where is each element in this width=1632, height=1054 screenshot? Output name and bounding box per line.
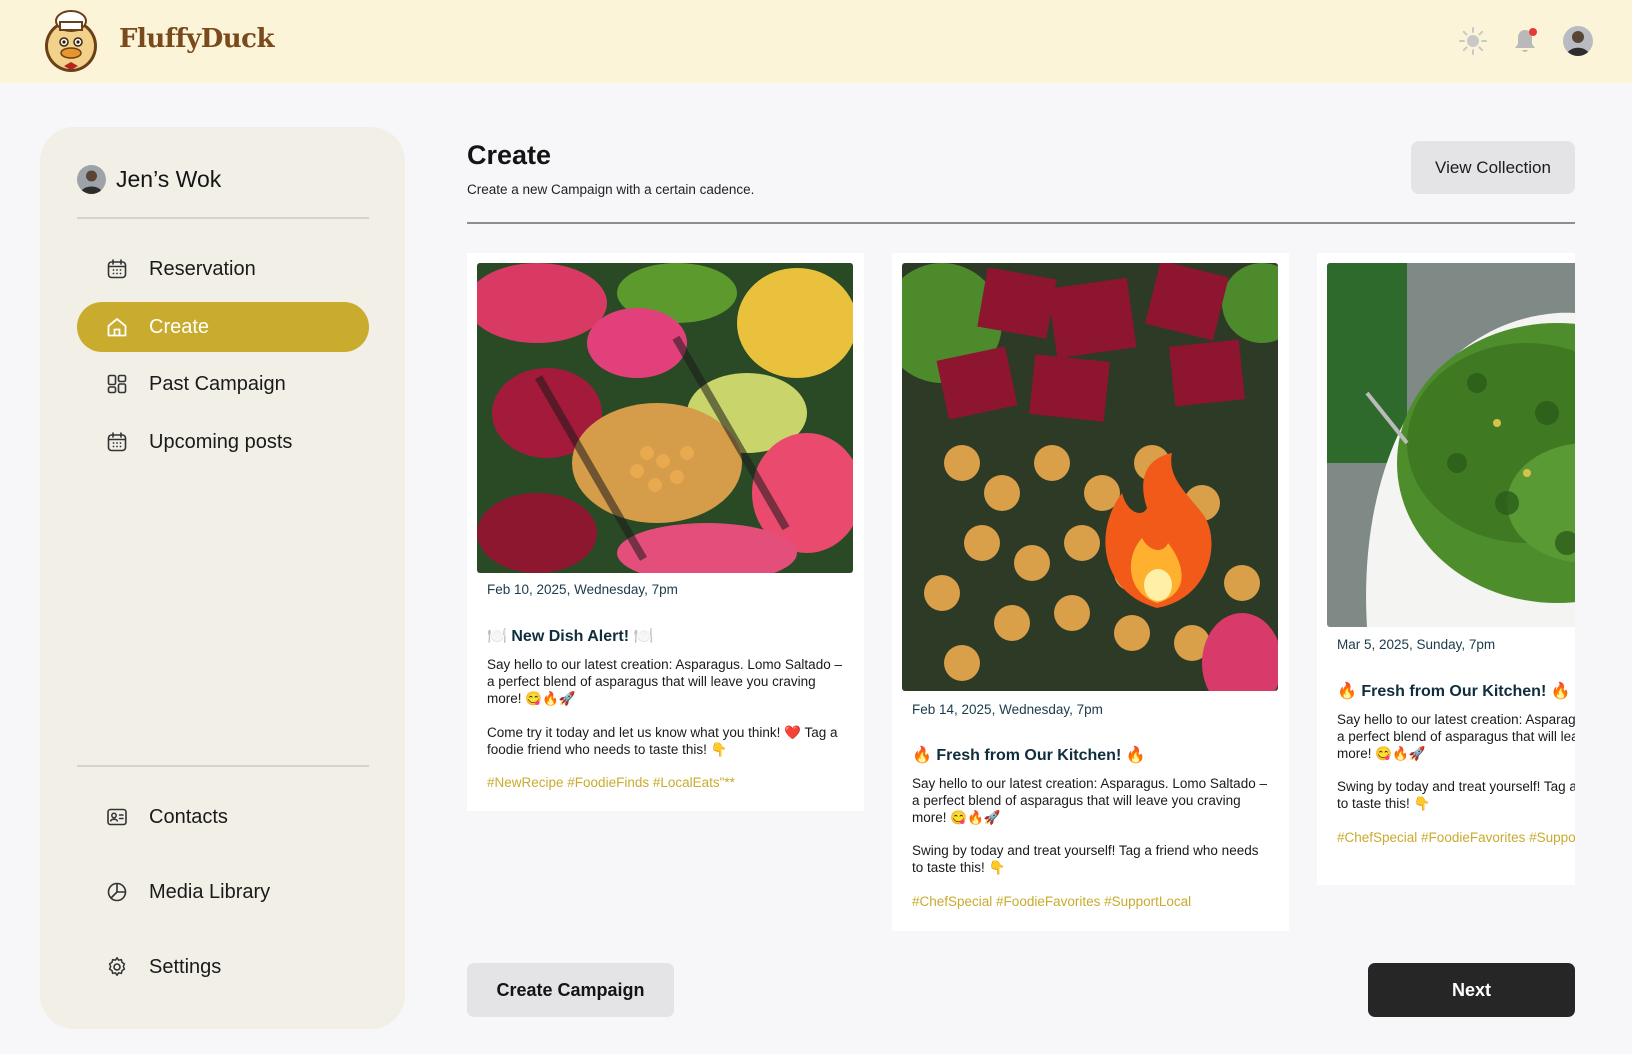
sidebar-divider — [77, 217, 369, 219]
post-date: Mar 5, 2025, Sunday, 7pm — [1337, 637, 1496, 652]
user-avatar[interactable] — [1563, 26, 1593, 56]
grid-icon — [107, 374, 127, 394]
post-date: Feb 10, 2025, Wednesday, 7pm — [487, 582, 678, 597]
workspace-avatar — [77, 164, 106, 194]
view-collection-button[interactable]: View Collection — [1411, 141, 1575, 194]
post-hashtags[interactable]: #NewRecipe #FoodieFinds #LocalEats"** — [487, 775, 735, 790]
sidebar-item-media-library[interactable]: Media Library — [77, 867, 369, 917]
sidebar-item-label: Reservation — [149, 257, 256, 280]
post-date: Feb 14, 2025, Wednesday, 7pm — [912, 702, 1103, 717]
sidebar-item-label: Past Campaign — [149, 372, 286, 395]
header-divider — [467, 222, 1575, 224]
post-title: 🔥 Fresh from Our Kitchen! 🔥 — [912, 747, 1146, 764]
post-image — [1327, 263, 1575, 627]
post-card[interactable]: Feb 10, 2025, Wednesday, 7pm 🍽️ New Dish… — [467, 253, 864, 811]
workspace-switcher[interactable]: Jen’s Wok — [77, 163, 221, 195]
post-body: Swing by today and treat yourself! Tag a… — [1337, 779, 1575, 811]
post-body: Say hello to our latest creation: Aspara… — [912, 776, 1267, 825]
fluffyduck-logo[interactable] — [40, 8, 102, 74]
top-bar: FluffyDuck — [0, 0, 1632, 83]
page-subtitle: Create a new Campaign with a certain cad… — [467, 182, 755, 197]
post-title: 🔥 Fresh from Our Kitchen! 🔥 — [1337, 683, 1571, 700]
create-campaign-button[interactable]: Create Campaign — [467, 963, 674, 1017]
page-title: Create — [467, 140, 552, 170]
sidebar-item-label: Media Library — [149, 880, 271, 903]
calendar-icon — [107, 259, 127, 279]
post-hashtags[interactable]: #ChefSpecial #FoodieFavorites #SupportLo… — [912, 894, 1191, 909]
post-image — [477, 263, 853, 573]
post-body: Say hello to our latest creation: Aspara… — [1337, 712, 1575, 761]
post-body: Come try it today and let us know what y… — [487, 725, 838, 757]
sidebar-item-create[interactable]: Create — [77, 302, 369, 352]
sidebar-item-label: Settings — [149, 955, 222, 978]
bell-icon[interactable] — [1510, 26, 1540, 56]
sidebar-item-label: Contacts — [149, 805, 228, 828]
brand-name: FluffyDuck — [119, 24, 275, 54]
post-body: Swing by today and treat yourself! Tag a… — [912, 843, 1259, 875]
calendar-icon — [107, 432, 127, 452]
sidebar-item-upcoming-posts[interactable]: Upcoming posts — [77, 417, 369, 467]
notification-dot — [1529, 28, 1537, 36]
sidebar-item-label: Create — [149, 315, 210, 338]
sidebar-item-label: Upcoming posts — [149, 430, 293, 453]
sidebar-item-contacts[interactable]: Contacts — [77, 792, 369, 842]
contact-card-icon — [107, 808, 127, 826]
media-icon — [107, 882, 127, 902]
sidebar-divider — [77, 765, 369, 767]
next-button[interactable]: Next — [1368, 963, 1575, 1017]
post-title: 🍽️ New Dish Alert! 🍽️ — [487, 628, 654, 645]
sun-icon[interactable] — [1458, 26, 1488, 56]
gear-icon — [108, 957, 126, 976]
workspace-name: Jen’s Wok — [116, 165, 222, 192]
sidebar: Jen’s Wok Reservation Create Past Campai… — [40, 127, 405, 1029]
sidebar-item-reservation[interactable]: Reservation — [77, 244, 369, 294]
post-card[interactable]: Mar 5, 2025, Sunday, 7pm 🔥 Fresh from Ou… — [1317, 253, 1575, 885]
post-hashtags[interactable]: #ChefSpecial #FoodieFavorites #SupportLo… — [1337, 830, 1575, 845]
post-card[interactable]: Feb 14, 2025, Wednesday, 7pm 🔥 Fresh fro… — [892, 253, 1289, 931]
sidebar-item-settings[interactable]: Settings — [77, 942, 369, 992]
post-image — [902, 263, 1278, 691]
post-carousel[interactable]: Feb 10, 2025, Wednesday, 7pm 🍽️ New Dish… — [467, 253, 1575, 943]
sidebar-item-past-campaign[interactable]: Past Campaign — [77, 359, 369, 409]
post-body: Say hello to our latest creation: Aspara… — [487, 657, 842, 706]
home-icon — [107, 318, 127, 337]
